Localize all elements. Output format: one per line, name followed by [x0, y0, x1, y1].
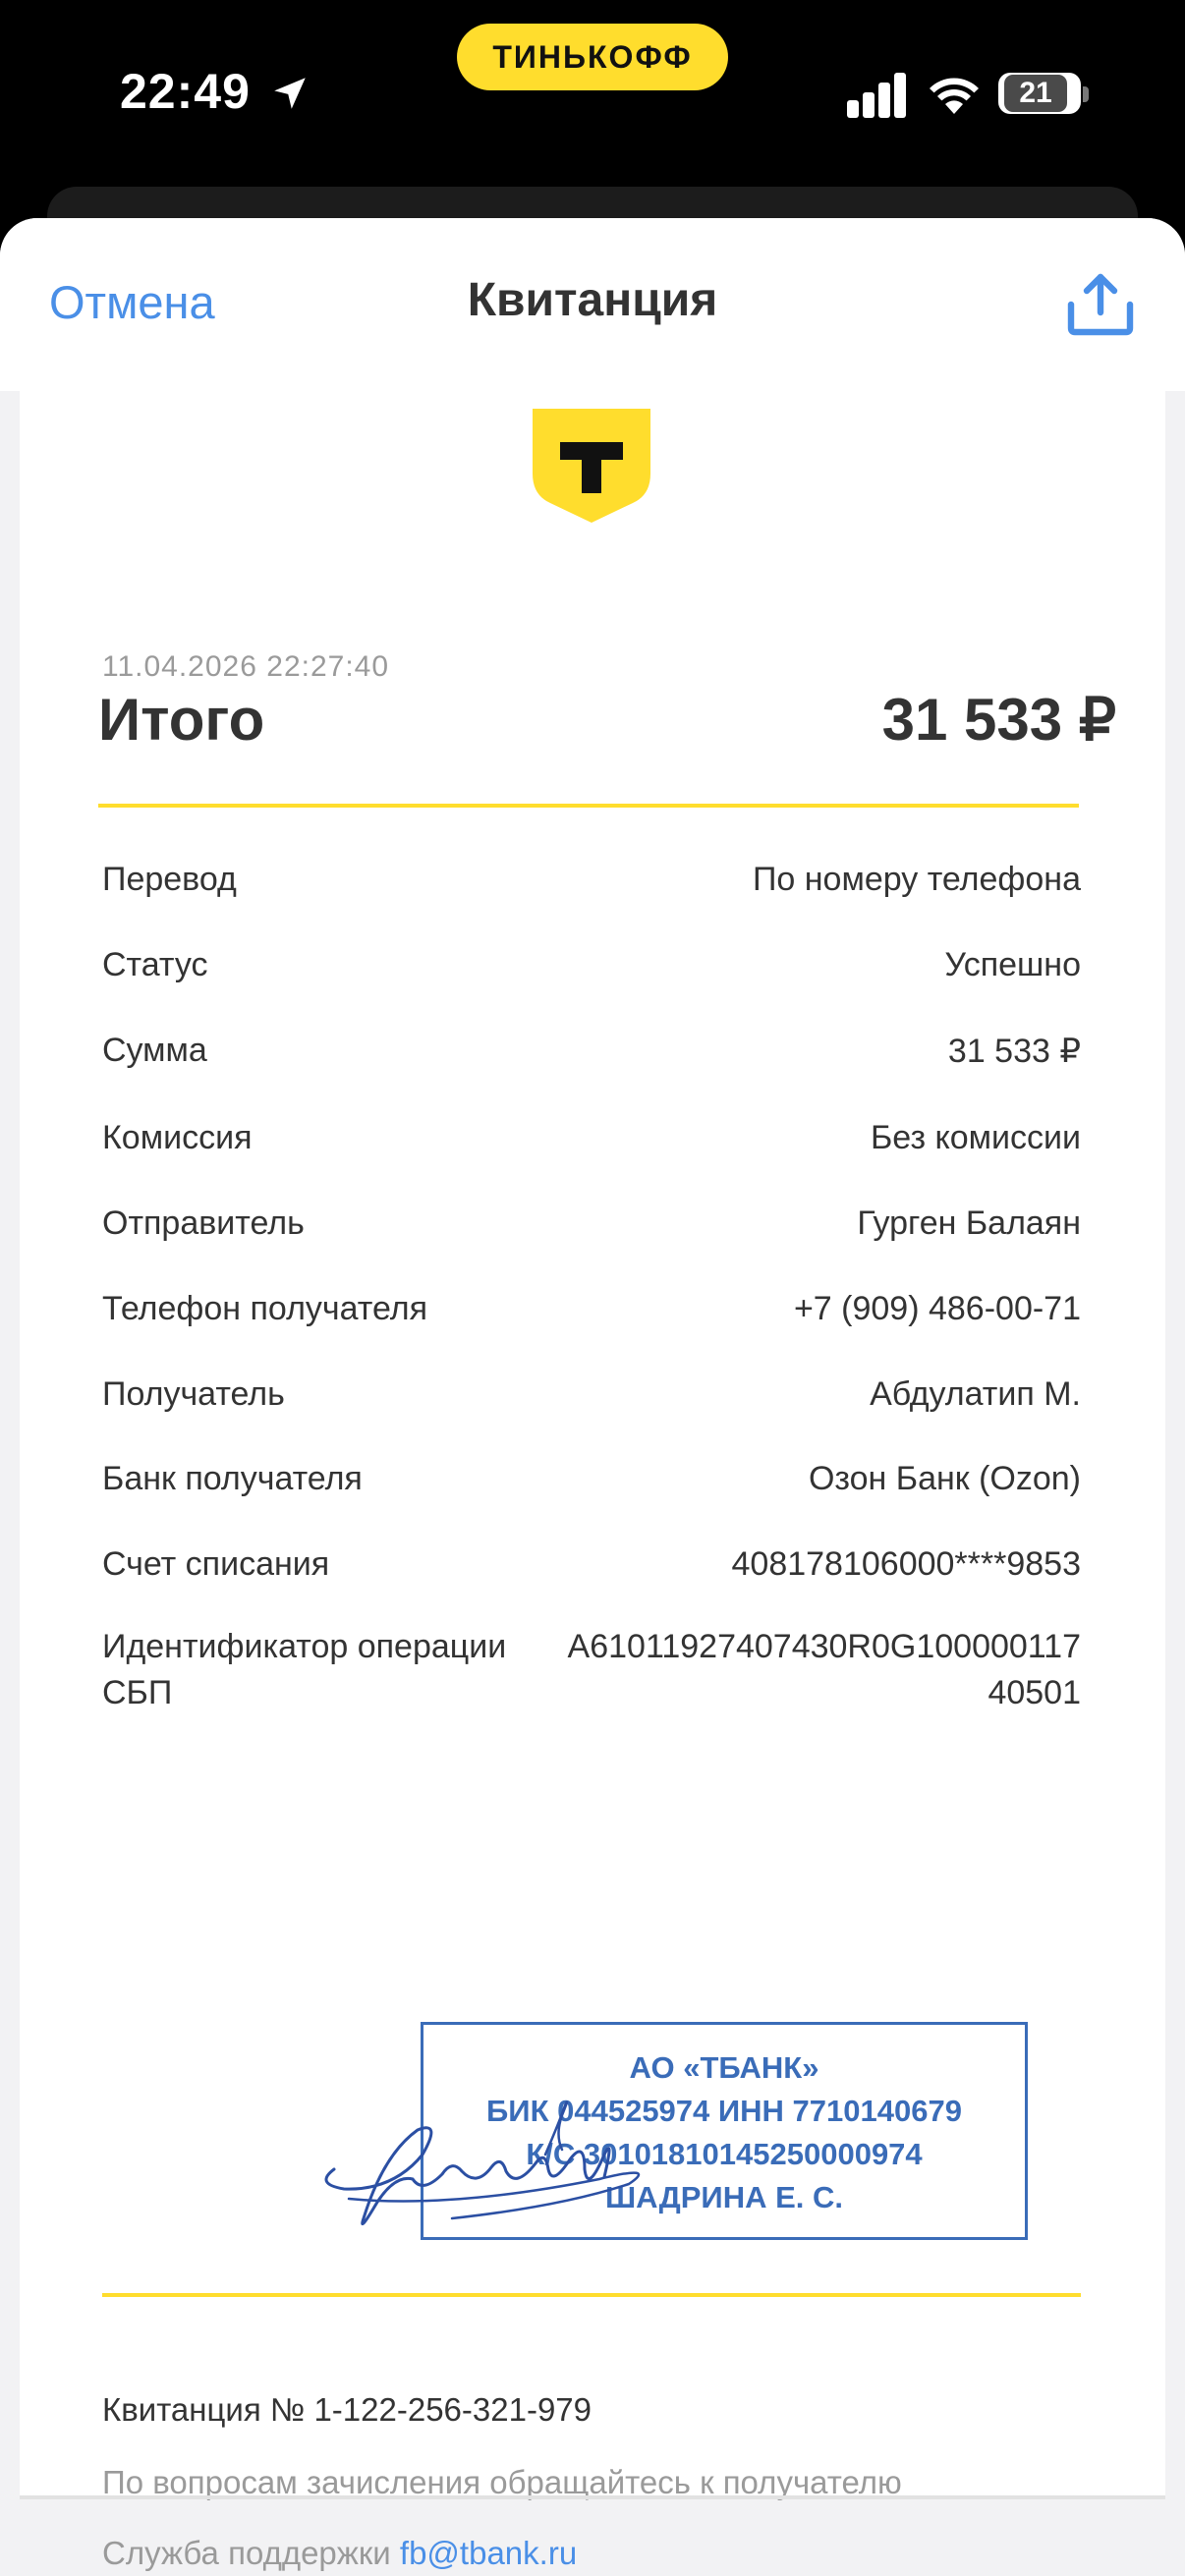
receipt-edge [20, 2495, 1165, 2499]
support-label: Служба поддержки [102, 2535, 400, 2571]
row-value: Озон Банк (Ozon) [808, 1460, 1081, 1497]
signature-image [324, 2100, 641, 2226]
row-value: Успешно [944, 946, 1081, 983]
divider [98, 804, 1079, 808]
row-value: +7 (909) 486-00-71 [793, 1290, 1081, 1327]
divider [102, 2293, 1081, 2297]
row-label: Сумма [102, 1032, 207, 1069]
wifi-icon [930, 78, 979, 114]
receipt-card: 11.04.2026 22:27:40 Итого 31 533 ₽ Перев… [20, 391, 1165, 2571]
row-label: Счет списания [102, 1545, 330, 1583]
support-line: Служба поддержки fb@tbank.ru [102, 2535, 577, 2572]
row-label-line: СБП [102, 1674, 173, 1711]
row-value: Гурген Балаян [857, 1204, 1081, 1242]
row-label: Статус [102, 946, 208, 983]
receipt-datetime: 11.04.2026 22:27:40 [102, 650, 390, 683]
row-label: Отправитель [102, 1204, 305, 1242]
page-title: Квитанция [467, 274, 718, 326]
brand-pill: ТИНЬКОФФ [457, 24, 728, 90]
row-label-line: Идентификатор операции [102, 1628, 507, 1665]
battery-indicator: 21 [998, 73, 1081, 114]
nav-bar: Отмена Квитанция [0, 218, 1185, 391]
row-value: По номеру телефона [752, 861, 1081, 898]
status-time: 22:49 [120, 64, 251, 119]
receipt-number: Квитанция № 1-122-256-321-979 [102, 2391, 592, 2428]
total-label: Итого [98, 687, 265, 753]
share-icon[interactable] [1065, 273, 1136, 336]
row-value: Без комиссии [870, 1119, 1081, 1156]
battery-tip [1083, 86, 1089, 102]
support-email-link[interactable]: fb@tbank.ru [400, 2535, 577, 2571]
status-bar: 22:49 ТИНЬКОФФ 21 [0, 0, 1185, 196]
row-label: Банк получателя [102, 1460, 363, 1497]
location-arrow-icon [274, 78, 306, 109]
row-label: Телефон получателя [102, 1290, 428, 1327]
battery-level: 21 [1004, 75, 1067, 112]
row-value: 408178106000****9853 [731, 1545, 1081, 1583]
row-value-line: A61011927407430R0G100000117 [567, 1628, 1081, 1665]
row-label: Комиссия [102, 1119, 253, 1156]
receipt-sheet: Отмена Квитанция 11.04.2026 22:27:40 Ито… [0, 218, 1185, 2576]
row-label: Перевод [102, 861, 237, 898]
signal-icon [847, 73, 906, 118]
row-value-line: 40501 [988, 1674, 1081, 1711]
tbank-logo-icon [533, 409, 650, 523]
row-value: A61011927407430R0G100000117 40501 [568, 1624, 1081, 1716]
row-value: 31 533 ₽ [947, 1033, 1081, 1070]
row-label: Идентификатор операции СБП [102, 1624, 506, 1716]
row-label: Получатель [102, 1375, 285, 1413]
total-value: 31 533 ₽ [881, 687, 1116, 753]
row-value: Абдулатип М. [870, 1375, 1081, 1413]
